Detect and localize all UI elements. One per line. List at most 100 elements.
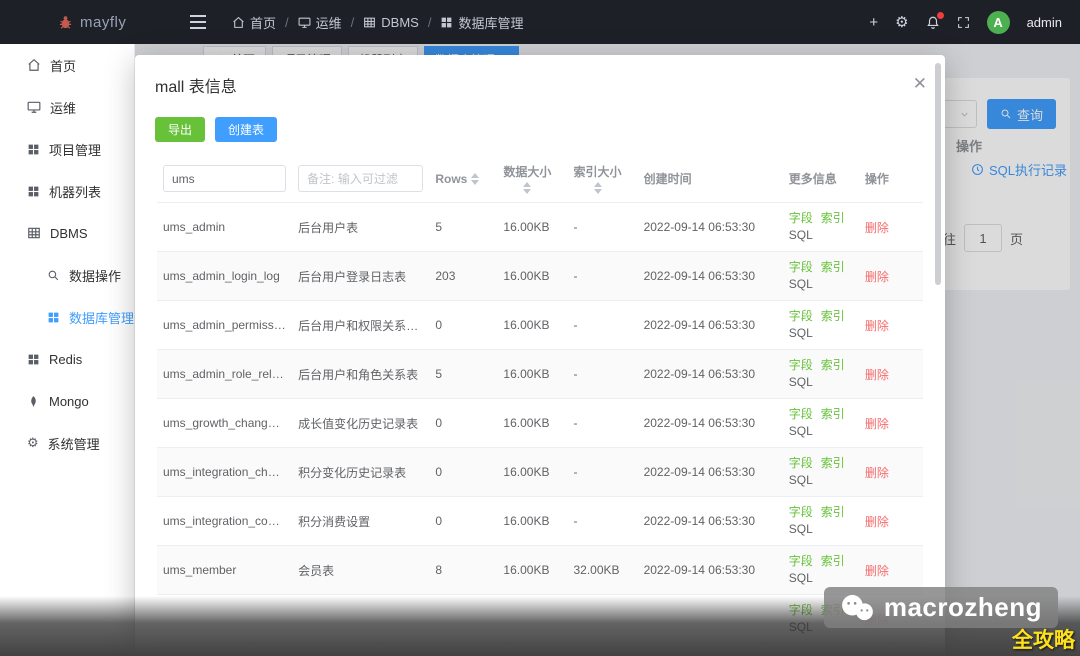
rows-cell: 0: [429, 399, 497, 448]
vertical-scrollbar[interactable]: [935, 63, 941, 285]
top-navbar: mayfly 首页 / 运维 / DBMS / 数据库管理 + ⚙: [0, 0, 1080, 44]
breadcrumb-dbms[interactable]: DBMS: [363, 15, 419, 30]
sql-link[interactable]: SQL: [789, 375, 813, 389]
sidebar-item-db-manage[interactable]: 数据库管理: [0, 296, 134, 338]
export-button[interactable]: 导出: [155, 117, 205, 142]
sql-link[interactable]: SQL: [789, 620, 813, 634]
sidebar-item-redis[interactable]: Redis: [0, 338, 134, 380]
delete-link[interactable]: 删除: [865, 515, 889, 529]
sql-link[interactable]: SQL: [789, 326, 813, 340]
rows-cell: 8: [429, 546, 497, 595]
sort-icon[interactable]: [594, 182, 602, 194]
comment-cell: [292, 595, 429, 644]
data-size-header: 数据大小: [503, 163, 551, 180]
more-info-cell: 字段索引 SQL: [783, 448, 859, 497]
sidebar-item-home[interactable]: 首页: [0, 44, 134, 86]
comment-cell: 后台用户登录日志表: [292, 252, 429, 301]
comment-cell: 积分变化历史记录表: [292, 448, 429, 497]
table-row: ums_integration_consu...积分消费设置016.00KB-2…: [157, 497, 923, 546]
index-link[interactable]: 索引: [821, 407, 845, 421]
breadcrumb-ops[interactable]: 运维: [298, 13, 342, 32]
more-info-cell: 字段索引 SQL: [783, 301, 859, 350]
breadcrumb-db-manage[interactable]: 数据库管理: [440, 13, 523, 32]
table-row: ums_admin_login_log后台用户登录日志表20316.00KB-2…: [157, 252, 923, 301]
action-cell: 删除: [859, 350, 923, 399]
fields-link[interactable]: 字段: [789, 309, 813, 323]
sidebar-item-ops[interactable]: 运维: [0, 86, 134, 128]
sidebar-item-mongo[interactable]: Mongo: [0, 380, 134, 422]
comment-cell: 积分消费设置: [292, 497, 429, 546]
delete-link[interactable]: 删除: [865, 221, 889, 235]
comment-cell: 后台用户和角色关系表: [292, 350, 429, 399]
delete-link[interactable]: 删除: [865, 466, 889, 480]
tables-table: Rows 数据大小 索引大小 创建时间 更多信息 操作 ums_admin后台用…: [157, 155, 923, 644]
dialog-toolbar: 导出 创建表: [135, 97, 945, 155]
index-link[interactable]: 索引: [821, 211, 845, 225]
search-icon: [47, 269, 60, 282]
table-name-cell: [157, 595, 292, 644]
table-row: ums_member会员表816.00KB32.00KB2022-09-14 0…: [157, 546, 923, 595]
sql-link[interactable]: SQL: [789, 277, 813, 291]
close-icon[interactable]: ✕: [913, 75, 927, 92]
index-link[interactable]: 索引: [821, 309, 845, 323]
index-link[interactable]: 索引: [821, 505, 845, 519]
fields-link[interactable]: 字段: [789, 505, 813, 519]
index-link[interactable]: 索引: [821, 260, 845, 274]
wechat-icon: [840, 594, 874, 622]
delete-link[interactable]: 删除: [865, 270, 889, 284]
fields-link[interactable]: 字段: [789, 407, 813, 421]
delete-link[interactable]: 删除: [865, 417, 889, 431]
sql-link[interactable]: SQL: [789, 522, 813, 536]
comment-filter-input[interactable]: [298, 165, 423, 192]
index-link[interactable]: 索引: [821, 358, 845, 372]
sidebar: 首页 运维 项目管理 机器列表 DBMS 数据操作 数据库管理 Redis Mo…: [0, 44, 135, 656]
action-cell: 删除: [859, 301, 923, 350]
dialog-title: mall 表信息: [155, 79, 237, 96]
add-icon[interactable]: +: [869, 14, 878, 31]
breadcrumb-separator: /: [351, 15, 355, 30]
sort-icon[interactable]: [471, 173, 479, 185]
delete-link[interactable]: 删除: [865, 564, 889, 578]
data-size-cell: 16.00KB: [497, 252, 567, 301]
table-name-cell: ums_integration_consu...: [157, 497, 292, 546]
sidebar-item-machines[interactable]: 机器列表: [0, 170, 134, 212]
data-size-cell: 16.00KB: [497, 350, 567, 399]
user-avatar[interactable]: A: [987, 11, 1010, 34]
sql-link[interactable]: SQL: [789, 473, 813, 487]
notification-bell-icon[interactable]: [926, 15, 940, 30]
breadcrumb-home[interactable]: 首页: [232, 13, 276, 32]
notification-badge: [937, 12, 944, 19]
comment-cell: 后台用户表: [292, 203, 429, 252]
fullscreen-icon[interactable]: [957, 16, 970, 29]
sql-link[interactable]: SQL: [789, 571, 813, 585]
sidebar-item-dbms[interactable]: DBMS: [0, 212, 134, 254]
fields-link[interactable]: 字段: [789, 554, 813, 568]
sql-link[interactable]: SQL: [789, 424, 813, 438]
created-cell: [638, 595, 783, 644]
sort-icon[interactable]: [523, 182, 531, 194]
menu-toggle-icon[interactable]: [190, 15, 206, 29]
fields-link[interactable]: 字段: [789, 260, 813, 274]
index-link[interactable]: 索引: [821, 456, 845, 470]
delete-link[interactable]: 删除: [865, 319, 889, 333]
fields-link[interactable]: 字段: [789, 211, 813, 225]
fields-link[interactable]: 字段: [789, 358, 813, 372]
fields-link[interactable]: 字段: [789, 603, 813, 617]
sidebar-item-data-ops[interactable]: 数据操作: [0, 254, 134, 296]
more-info-header: 更多信息: [783, 155, 859, 203]
index-link[interactable]: 索引: [821, 554, 845, 568]
delete-link[interactable]: 删除: [865, 368, 889, 382]
more-info-cell: 字段索引 SQL: [783, 497, 859, 546]
breadcrumb-separator: /: [285, 15, 289, 30]
sql-link[interactable]: SQL: [789, 228, 813, 242]
fields-link[interactable]: 字段: [789, 456, 813, 470]
create-table-button[interactable]: 创建表: [215, 117, 277, 142]
index-size-cell: -: [568, 252, 638, 301]
sidebar-item-system[interactable]: ⚙ 系统管理: [0, 422, 134, 464]
action-cell: 删除: [859, 252, 923, 301]
sidebar-item-projects[interactable]: 项目管理: [0, 128, 134, 170]
watermark: macrozheng: [824, 587, 1058, 628]
action-cell: 删除: [859, 497, 923, 546]
settings-gear-icon[interactable]: ⚙: [895, 13, 908, 31]
table-name-filter-input[interactable]: [163, 165, 286, 192]
